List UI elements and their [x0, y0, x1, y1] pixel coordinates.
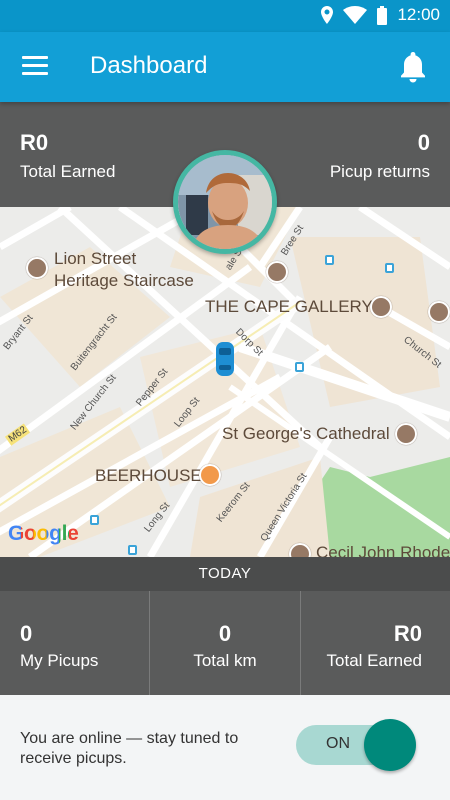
- museum-pin-icon[interactable]: [428, 301, 450, 323]
- google-attribution: Google: [8, 522, 79, 545]
- today-section-header: TODAY: [0, 557, 450, 591]
- gallery-pin-icon[interactable]: [370, 296, 392, 318]
- online-status-message: You are online — stay tuned to receive p…: [20, 730, 239, 767]
- bus-stop-icon[interactable]: [128, 545, 137, 555]
- app-bar: Dashboard: [0, 32, 450, 102]
- place-label-beerhouse: BEERHOUSE: [95, 466, 202, 485]
- place-label-cape-gallery: THE CAPE GALLERY: [205, 297, 373, 316]
- toggle-knob[interactable]: [364, 719, 416, 771]
- total-km-value: 0: [218, 621, 232, 646]
- daily-stats: 0 My Picups 0 Total km R0 Total Earned: [0, 591, 450, 695]
- bell-icon[interactable]: [398, 50, 428, 84]
- wifi-icon: [343, 6, 368, 24]
- map-view[interactable]: Lion Street Heritage Staircase THE CAPE …: [0, 207, 450, 557]
- total-earned-label: Total Earned: [20, 162, 116, 181]
- total-earned-value: R0: [20, 130, 49, 155]
- picup-returns-label: Picup returns: [329, 162, 430, 181]
- total-km-label: Total km: [193, 651, 257, 670]
- stat-my-picups: 0 My Picups: [0, 591, 151, 695]
- museum-pin-icon[interactable]: [266, 261, 288, 283]
- daily-earned-label: Total Earned: [326, 651, 422, 670]
- page-title: Dashboard: [90, 52, 208, 79]
- status-time: 12:00: [397, 5, 440, 24]
- toggle-label: ON: [326, 735, 350, 752]
- status-bar: 12:00: [0, 0, 450, 32]
- bus-stop-icon[interactable]: [385, 263, 394, 273]
- online-status-footer: You are online — stay tuned to receive p…: [0, 695, 450, 800]
- driver-car-icon: [215, 341, 235, 377]
- landmark-pin-icon[interactable]: [26, 257, 48, 279]
- bus-stop-icon[interactable]: [90, 515, 99, 525]
- avatar[interactable]: [173, 150, 277, 254]
- place-label-st-georges-cathedral: St George's Cathedral: [222, 424, 390, 443]
- online-toggle[interactable]: ON: [296, 719, 416, 771]
- my-picups-label: My Picups: [20, 651, 99, 670]
- bar-pin-icon[interactable]: [199, 464, 221, 486]
- picup-returns-summary: 0 Picup returns: [330, 130, 430, 182]
- bus-stop-icon[interactable]: [295, 362, 304, 372]
- stat-total-km: 0 Total km: [150, 591, 301, 695]
- picup-returns-value: 0: [417, 130, 430, 155]
- my-picups-value: 0: [20, 621, 33, 646]
- hamburger-menu-icon[interactable]: [22, 56, 48, 78]
- place-label-heritage-staircase: Heritage Staircase: [54, 271, 194, 290]
- battery-icon: [377, 5, 388, 25]
- daily-earned-value: R0: [393, 621, 422, 646]
- place-label-lion-street: Lion Street: [54, 249, 137, 268]
- location-icon: [321, 6, 334, 24]
- place-label-cecil-john-rhode: Cecil John Rhode: [316, 543, 450, 557]
- church-pin-icon[interactable]: [395, 423, 417, 445]
- bus-stop-icon[interactable]: [325, 255, 334, 265]
- total-earned-summary: R0 Total Earned: [20, 130, 115, 182]
- google-logo: Google: [8, 522, 79, 546]
- stat-total-earned: R0 Total Earned: [301, 591, 450, 695]
